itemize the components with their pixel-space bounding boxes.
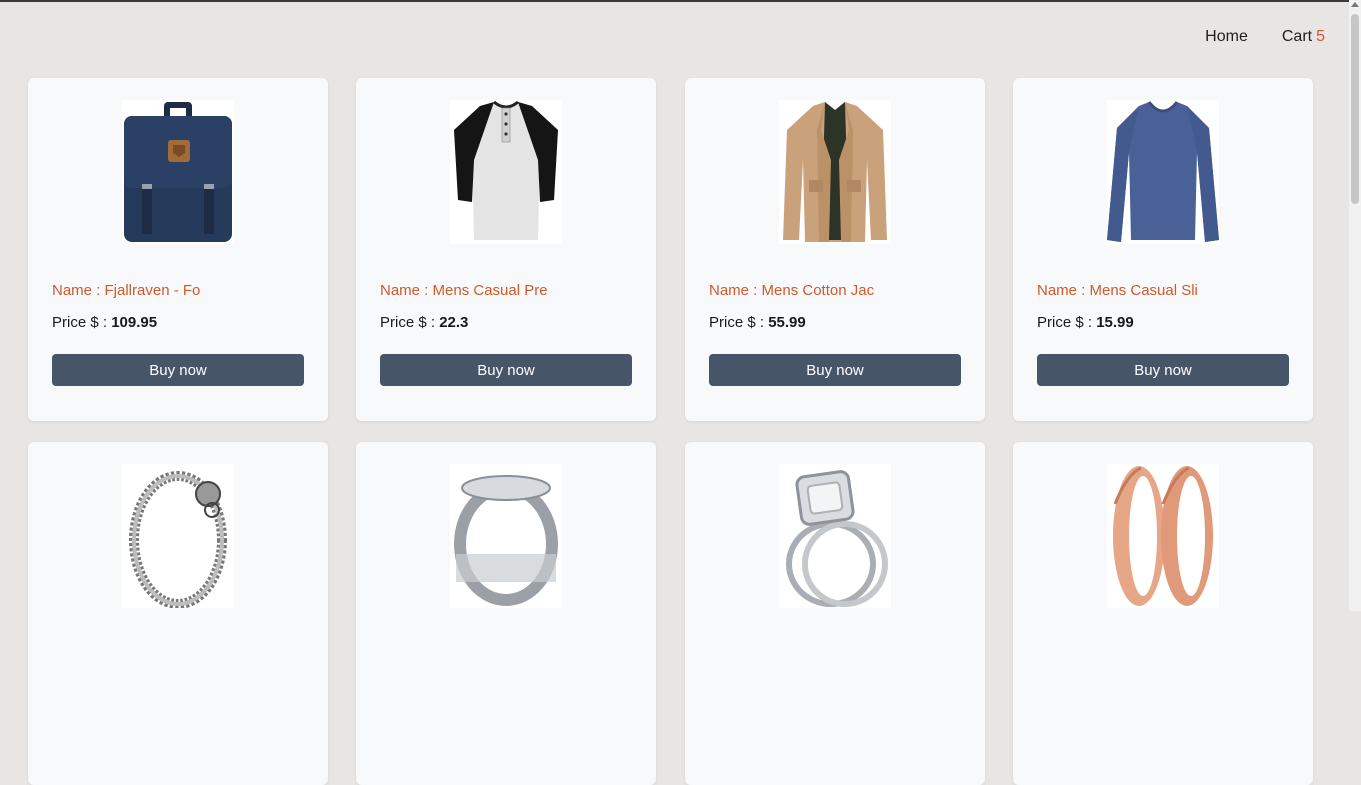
product-name: Name : Mens Cotton Jac [709, 282, 875, 299]
product-image-backpack[interactable] [122, 100, 234, 244]
product-card: Name : Fjallraven - Fo Price $ : 109.95 … [28, 78, 328, 421]
product-card: Name : Mens Casual Pre Price $ : 22.3 Bu… [356, 78, 656, 421]
nav-home-link[interactable]: Home [1205, 28, 1248, 46]
product-card [1013, 442, 1313, 785]
product-card [28, 442, 328, 785]
buy-now-button[interactable]: Buy now [52, 354, 304, 386]
product-image-bracelet[interactable] [122, 464, 234, 608]
product-card: Name : Mens Cotton Jac Price $ : 55.99 B… [685, 78, 985, 421]
product-card [685, 442, 985, 785]
window-top-border [0, 0, 1361, 2]
product-image-jacket[interactable] [779, 100, 891, 244]
page-scrollbar[interactable] [1349, 0, 1361, 611]
product-image-engagement-ring-set[interactable] [779, 464, 891, 608]
cart-label: Cart [1281, 28, 1313, 45]
buy-now-button[interactable]: Buy now [1037, 354, 1289, 386]
product-image-silver-ring[interactable] [450, 464, 562, 608]
nav-cart-link[interactable]: Cart 5 [1282, 28, 1325, 46]
product-card: Name : Mens Casual Sli Price $ : 15.99 B… [1013, 78, 1313, 421]
scroll-up-arrow-icon[interactable] [1351, 2, 1359, 7]
product-image-raglan-shirt[interactable] [450, 100, 562, 244]
product-name: Name : Fjallraven - Fo [52, 282, 201, 299]
cart-count-badge: 5 [1316, 28, 1325, 45]
product-price: Price $ : 22.3 [380, 314, 469, 331]
product-price: Price $ : 15.99 [1037, 314, 1134, 331]
product-image-rose-gold-earrings[interactable] [1107, 464, 1219, 608]
buy-now-button[interactable]: Buy now [709, 354, 961, 386]
product-price: Price $ : 55.99 [709, 314, 806, 331]
product-name: Name : Mens Casual Sli [1037, 282, 1198, 299]
product-name: Name : Mens Casual Pre [380, 282, 548, 299]
product-price: Price $ : 109.95 [52, 314, 158, 331]
product-image-long-sleeve-shirt[interactable] [1107, 100, 1219, 244]
top-nav: Home Cart 5 [1205, 28, 1325, 46]
scrollbar-thumb[interactable] [1351, 14, 1359, 204]
buy-now-button[interactable]: Buy now [380, 354, 632, 386]
product-card [356, 442, 656, 785]
